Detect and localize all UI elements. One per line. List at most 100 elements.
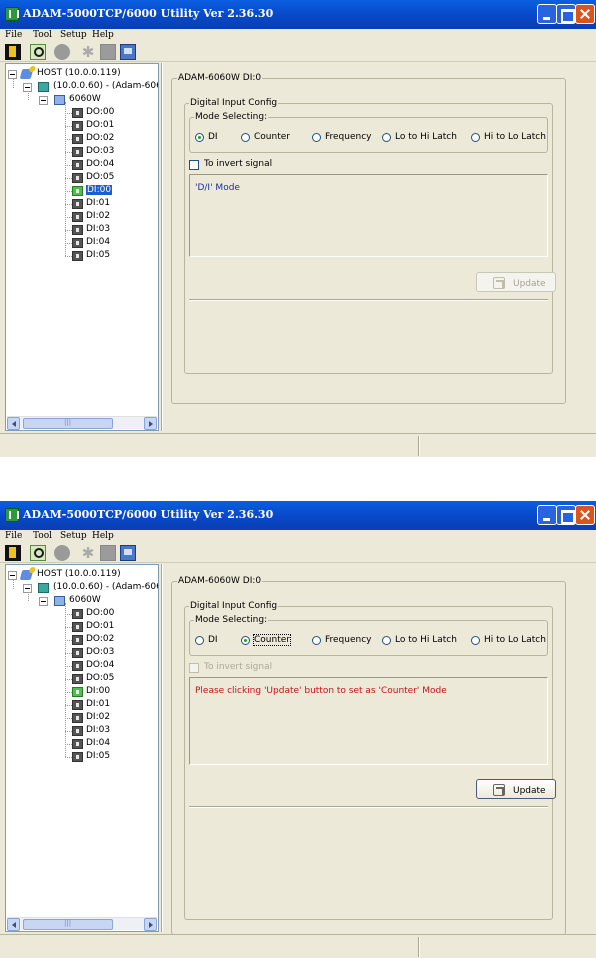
collapse-icon[interactable] — [23, 83, 32, 92]
menu-setup[interactable]: Setup — [60, 30, 87, 40]
menu-setup[interactable]: Setup — [60, 531, 87, 541]
radio-label-lo-to-hi-latch[interactable]: Lo to Hi Latch — [395, 635, 457, 645]
tree-label-channel: DI:02 — [86, 712, 111, 722]
collapse-icon[interactable] — [39, 597, 48, 606]
radio-label-frequency[interactable]: Frequency — [325, 132, 372, 142]
radio-label-hi-to-lo-latch[interactable]: Hi to Lo Latch — [484, 132, 546, 142]
update-button[interactable]: Update — [476, 779, 556, 799]
menu-help[interactable]: Help — [92, 531, 114, 541]
collapse-icon[interactable] — [8, 70, 17, 79]
mode-selecting-group: Mode Selecting: DI Counter Frequency Lo … — [189, 615, 548, 656]
radio-lo-to-hi-latch[interactable] — [382, 636, 391, 645]
radio-counter[interactable] — [241, 133, 250, 142]
panel-splitter[interactable] — [161, 564, 163, 932]
channel-icon — [72, 622, 83, 632]
tree-label-host: HOST (10.0.0.119) — [37, 569, 121, 579]
tree-horizontal-scrollbar[interactable] — [7, 917, 157, 931]
radio-counter[interactable] — [241, 636, 250, 645]
tree-label-channel: DO:00 — [86, 107, 115, 117]
menu-tool[interactable]: Tool — [33, 531, 52, 541]
search-device-icon[interactable] — [30, 44, 46, 60]
tree-connector — [65, 679, 72, 680]
window-title: ADAM-5000TCP/6000 Utility Ver 2.36.30 — [23, 508, 274, 521]
collapse-icon[interactable] — [39, 96, 48, 105]
radio-di[interactable] — [195, 133, 204, 142]
tree-connector — [65, 243, 72, 244]
maximize-button[interactable] — [556, 505, 576, 525]
scroll-thumb[interactable] — [23, 418, 113, 429]
computer-icon[interactable] — [120, 545, 136, 561]
menu-tool[interactable]: Tool — [33, 30, 52, 40]
radio-label-lo-to-hi-latch[interactable]: Lo to Hi Latch — [395, 132, 457, 142]
module-icon[interactable] — [100, 44, 116, 60]
tree-connector — [65, 230, 72, 231]
tree-connector — [65, 113, 72, 114]
tree-horizontal-scrollbar[interactable] — [7, 416, 157, 430]
channel-icon — [72, 609, 83, 619]
search-device-icon[interactable] — [30, 545, 46, 561]
close-button[interactable] — [575, 505, 595, 525]
panel-splitter[interactable] — [161, 63, 163, 431]
status-bar — [0, 934, 596, 958]
sparkle-icon[interactable]: ✱ — [80, 545, 96, 561]
tree-connector — [65, 640, 72, 641]
invert-signal-checkbox[interactable] — [189, 160, 199, 170]
scroll-left-icon[interactable] — [7, 918, 20, 931]
radio-label-counter[interactable]: Counter — [254, 132, 290, 142]
tree-label-device: (10.0.0.60) - (Adam-6060W — [53, 582, 158, 592]
scroll-left-icon[interactable] — [7, 417, 20, 430]
channel-icon — [72, 700, 83, 710]
exit-icon[interactable] — [5, 44, 21, 60]
status-divider — [418, 436, 420, 456]
tree-connector — [65, 178, 72, 179]
mode-message: 'D/I' Mode — [195, 183, 240, 193]
exit-icon[interactable] — [5, 545, 21, 561]
stop-icon[interactable] — [54, 545, 70, 561]
scroll-right-icon[interactable] — [144, 918, 157, 931]
radio-frequency[interactable] — [312, 133, 321, 142]
minimize-button[interactable] — [537, 505, 557, 525]
tree-label-channel: DI:03 — [86, 224, 111, 234]
scroll-right-icon[interactable] — [144, 417, 157, 430]
update-button[interactable]: Update — [476, 272, 556, 292]
radio-label-frequency[interactable]: Frequency — [325, 635, 372, 645]
app-icon — [5, 7, 19, 21]
channel-icon — [72, 134, 83, 144]
tree-label-host: HOST (10.0.0.119) — [37, 68, 121, 78]
tree-label-channel: DO:04 — [86, 159, 115, 169]
channel-panel: ADAM-6060W DI:0 Digital Input Config Mod… — [171, 73, 566, 404]
tree-label-channel: DO:05 — [86, 172, 115, 182]
sparkle-icon[interactable]: ✱ — [80, 44, 96, 60]
stop-icon[interactable] — [54, 44, 70, 60]
radio-label-counter[interactable]: Counter — [253, 634, 291, 646]
radio-label-di[interactable]: DI — [208, 132, 218, 142]
tree-connector — [65, 718, 72, 719]
maximize-button[interactable] — [556, 4, 576, 24]
radio-label-di[interactable]: DI — [208, 635, 218, 645]
tree-label-channel: DI:01 — [86, 198, 111, 208]
channel-icon — [72, 648, 83, 658]
tree-label-channel-selected: DI:00 — [86, 185, 113, 195]
radio-label-hi-to-lo-latch[interactable]: Hi to Lo Latch — [484, 635, 546, 645]
minimize-button[interactable] — [537, 4, 557, 24]
tree-connector — [65, 204, 72, 205]
menu-bar: File Tool Setup Help — [0, 530, 596, 544]
computer-icon[interactable] — [120, 44, 136, 60]
invert-signal-checkbox[interactable] — [189, 663, 199, 673]
radio-frequency[interactable] — [312, 636, 321, 645]
collapse-icon[interactable] — [8, 571, 17, 580]
radio-hi-to-lo-latch[interactable] — [471, 133, 480, 142]
menu-file[interactable]: File — [5, 30, 22, 40]
collapse-icon[interactable] — [23, 584, 32, 593]
menu-file[interactable]: File — [5, 531, 22, 541]
module-icon[interactable] — [100, 545, 116, 561]
close-button[interactable] — [575, 4, 595, 24]
radio-hi-to-lo-latch[interactable] — [471, 636, 480, 645]
menu-help[interactable]: Help — [92, 30, 114, 40]
scroll-thumb[interactable] — [23, 919, 113, 930]
radio-lo-to-hi-latch[interactable] — [382, 133, 391, 142]
channel-icon — [72, 251, 83, 261]
device-tree[interactable]: HOST (10.0.0.119) (10.0.0.60) - (Adam-60… — [5, 564, 159, 932]
device-tree[interactable]: HOST (10.0.0.119) (10.0.0.60) - (Adam-60… — [5, 63, 159, 431]
radio-di[interactable] — [195, 636, 204, 645]
